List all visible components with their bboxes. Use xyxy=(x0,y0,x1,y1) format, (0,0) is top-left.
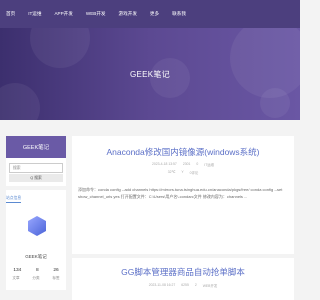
decor-bubble xyxy=(230,28,300,98)
post-meta: 2023-11-08 16:27 6255 2 WEB开发 xyxy=(72,283,294,288)
post-comments[interactable]: 0评论 xyxy=(190,170,199,175)
nav-item-web-dev[interactable]: WEB开发 xyxy=(86,11,106,17)
search-input[interactable]: 搜索 xyxy=(9,163,63,173)
stat-tags-label: 标签 xyxy=(52,276,60,280)
post-heat: 32℃ xyxy=(167,170,176,174)
nav-item-more[interactable]: 更多 xyxy=(150,11,159,17)
post-card xyxy=(72,258,294,300)
sidebar-title: GEEK笔记 xyxy=(6,136,66,158)
post-title[interactable]: GG脚本管理器商品自动抢单脚本 xyxy=(72,266,294,278)
author-name: GEEK笔记 xyxy=(25,254,47,259)
post-views: 6255 xyxy=(181,283,189,287)
hero-banner: GEEK笔记 xyxy=(0,28,300,120)
post-meta: 2023-4-18 13:57 2301 0 IT运维 xyxy=(72,162,294,167)
stat-tags-value: 26 xyxy=(53,268,59,273)
search-button[interactable]: Q 搜索 xyxy=(9,174,63,182)
stat-categories-value: 8 xyxy=(36,268,39,273)
nav-item-game-dev[interactable]: 游戏开发 xyxy=(119,11,137,17)
post-likes: 0 xyxy=(196,162,199,166)
post-date: 2023-4-18 13:57 xyxy=(151,162,177,166)
nav-item-home[interactable]: 首页 xyxy=(6,11,15,17)
stat-posts-value: 134 xyxy=(13,268,22,273)
author-stats: 134 8 26 xyxy=(6,268,66,273)
post-date: 2023-11-08 16:27 xyxy=(148,283,176,287)
stat-categories-label: 分类 xyxy=(32,276,40,280)
hero-title: GEEK笔记 xyxy=(129,70,171,79)
decor-bubble xyxy=(260,88,290,118)
author-tab[interactable]: 站点信息 xyxy=(6,196,22,203)
post-excerpt: 添加命令：conda config --add channels https:/… xyxy=(78,187,283,199)
post-meta-2: 32℃ Y 0评论 xyxy=(72,170,294,175)
author-card xyxy=(6,190,66,290)
decor-bubble xyxy=(0,83,40,120)
post-category[interactable]: WEB开发 xyxy=(203,283,218,288)
post-y: Y xyxy=(181,170,184,174)
nav-item-app-dev[interactable]: APP开发 xyxy=(54,11,72,17)
nav-item-contact[interactable]: 联系我 xyxy=(172,11,186,17)
top-nav: 首页 IT运维 APP开发 WEB开发 游戏开发 更多 联系我 xyxy=(0,0,300,28)
nav-item-it-ops[interactable]: IT运维 xyxy=(28,11,41,17)
decor-bubble xyxy=(30,28,90,68)
stat-posts-label: 文章 xyxy=(12,276,20,280)
author-stat-labels: 文章 分类 标签 xyxy=(6,276,66,281)
post-likes: 2 xyxy=(194,283,197,287)
post-views: 2301 xyxy=(182,162,191,166)
post-category[interactable]: IT运维 xyxy=(204,162,214,167)
post-title[interactable]: Anaconda修改国内镜像源(windows系统) xyxy=(72,146,294,158)
